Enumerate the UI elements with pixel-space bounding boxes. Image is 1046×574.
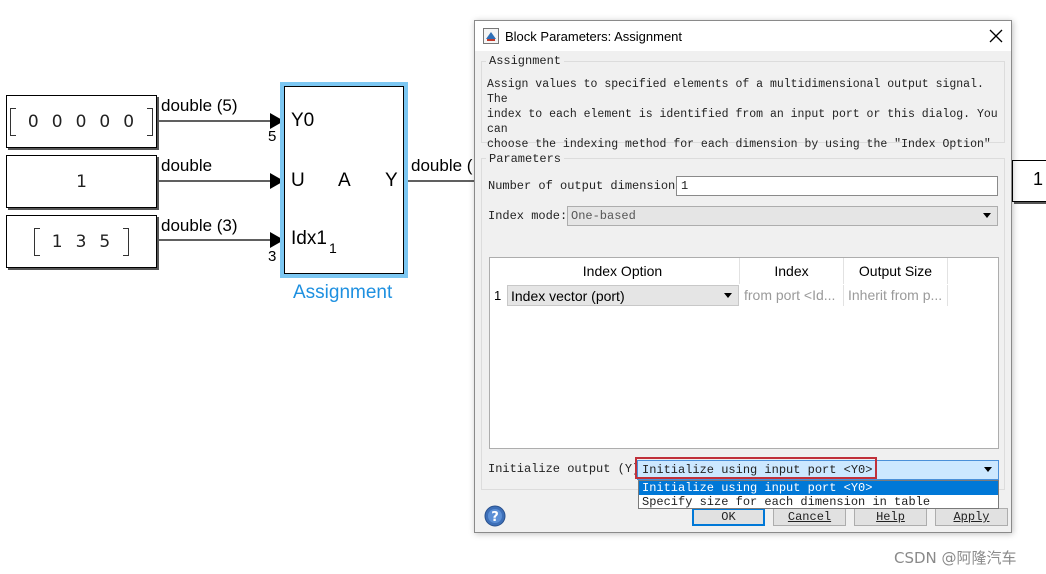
- block-name-assignment[interactable]: Assignment: [293, 282, 392, 304]
- constant-block-one[interactable]: 1: [6, 155, 157, 208]
- port-label-y0: Y0: [291, 110, 315, 131]
- port-label-idx: Idx1: [291, 228, 327, 249]
- chevron-down-icon: [984, 467, 992, 472]
- chevron-down-icon: [983, 213, 991, 218]
- assignment-group-title: Assignment: [486, 54, 565, 68]
- help-icon[interactable]: ?: [484, 505, 506, 527]
- dropdown-option-init-port[interactable]: Initialize using input port <Y0>: [639, 481, 998, 495]
- constant-block-index[interactable]: 1 3 5: [6, 215, 157, 268]
- num-dims-label: Number of output dimensions:: [488, 179, 690, 193]
- display-block[interactable]: 1: [1012, 160, 1046, 202]
- init-output-label: Initialize output (Y):: [488, 462, 647, 476]
- index-mode-label: Index mode:: [488, 209, 568, 223]
- ok-button[interactable]: OK: [692, 508, 765, 526]
- index-option-value: Index vector (port): [511, 288, 625, 304]
- num-dims-value: 1: [681, 179, 689, 193]
- index-mode-value: One-based: [571, 209, 636, 223]
- block-glyph-a: A: [338, 170, 351, 191]
- constant-value: 1: [76, 171, 87, 192]
- chevron-down-icon: [724, 293, 732, 298]
- output-size-cell[interactable]: Inherit from p...: [844, 285, 948, 306]
- block-parameters-dialog: Block Parameters: Assignment Assignment …: [474, 20, 1012, 533]
- apply-button[interactable]: Apply: [935, 508, 1008, 526]
- svg-text:?: ?: [491, 510, 499, 525]
- dialog-title: Block Parameters: Assignment: [505, 29, 683, 44]
- index-option-select[interactable]: Index vector (port): [507, 285, 739, 306]
- port-width-idx: 3: [268, 248, 277, 265]
- parameters-group-title: Parameters: [486, 152, 565, 166]
- watermark: CSDN @阿隆汽车: [894, 549, 1017, 567]
- vector-display: 0 0 0 0 0: [9, 107, 154, 136]
- dialog-titlebar[interactable]: Block Parameters: Assignment: [475, 21, 1011, 51]
- init-output-dropdown-list: Initialize using input port <Y0> Specify…: [638, 480, 999, 509]
- column-header-index[interactable]: Index: [740, 258, 844, 284]
- num-dims-input[interactable]: 1: [676, 176, 998, 196]
- port-width-y0: 5: [268, 128, 277, 145]
- close-icon[interactable]: [989, 29, 1003, 43]
- table-row-header-column: [490, 284, 506, 448]
- row-number: 1: [494, 288, 502, 303]
- signal-label-idx: double (3): [161, 216, 238, 235]
- signal-label-out: double (: [411, 156, 473, 175]
- constant-block-zeros[interactable]: 0 0 0 0 0: [6, 95, 157, 148]
- column-header-output-size[interactable]: Output Size: [844, 258, 948, 284]
- dropdown-option-specify-size[interactable]: Specify size for each dimension in table: [639, 495, 998, 509]
- display-value: 1: [1033, 169, 1044, 189]
- vector-display: 1 3 5: [33, 227, 130, 256]
- column-header-index-option[interactable]: Index Option: [506, 258, 740, 284]
- signal-label-u: double: [161, 156, 213, 175]
- help-button[interactable]: Help: [854, 508, 927, 526]
- description-text: Assign values to specified elements of a…: [487, 78, 998, 166]
- simulink-block-icon: [483, 28, 499, 44]
- table-row: 1 Index vector (port) from port <Id... I…: [490, 284, 948, 308]
- index-cell[interactable]: from port <Id...: [740, 285, 844, 306]
- signal-label-y0: double (5): [161, 96, 238, 115]
- port-label-idx-sub: 1: [329, 240, 337, 256]
- cancel-button[interactable]: Cancel: [773, 508, 846, 526]
- index-mode-select[interactable]: One-based: [567, 206, 998, 226]
- port-label-u: U: [291, 170, 305, 191]
- focus-highlight-box: [635, 457, 877, 479]
- port-label-y: Y: [385, 170, 398, 191]
- index-table: Index Option Index Output Size 1 Index v…: [489, 257, 999, 449]
